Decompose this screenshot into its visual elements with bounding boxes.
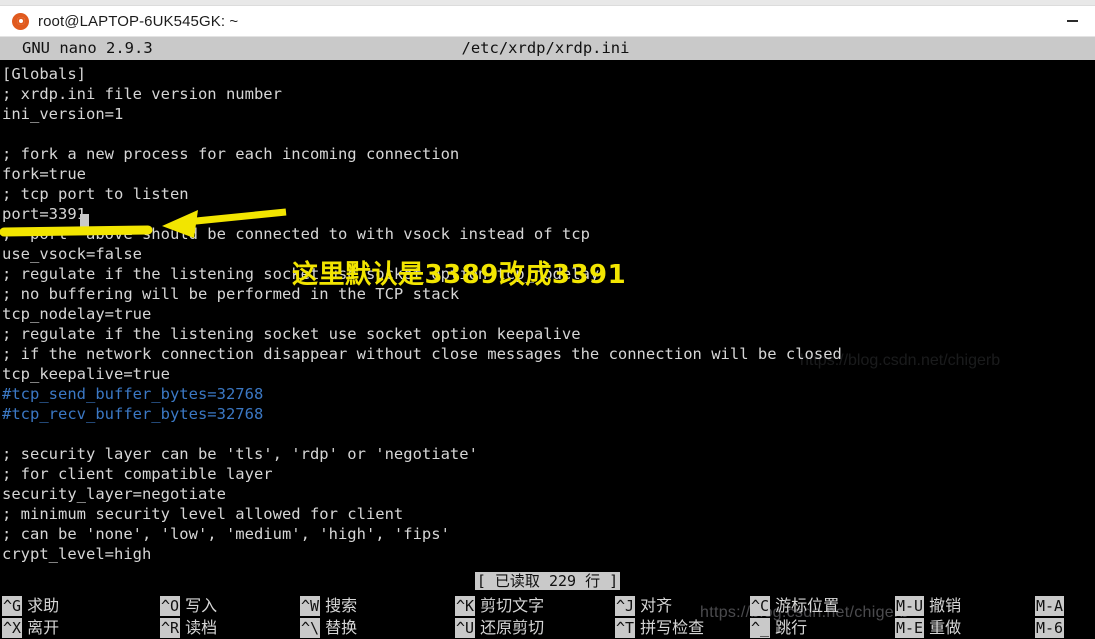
nano-header-bar: GNU nano 2.9.3 /etc/xrdp/xrdp.ini bbox=[0, 37, 1095, 60]
terminal-text-area[interactable]: [Globals] ; xrdp.ini file version number i… bbox=[0, 60, 1095, 595]
shortcut-key: ^\ bbox=[300, 618, 321, 638]
editor-line: ; xrdp.ini file version number bbox=[2, 85, 282, 103]
window-title: root@LAPTOP-6UK545GK: ~ bbox=[38, 12, 239, 30]
shortcut-key: ^K bbox=[455, 596, 476, 616]
nano-status-message-wrap: [ 已读取 229 行 ] bbox=[0, 571, 1095, 591]
shortcut-label: 读档 bbox=[185, 618, 218, 637]
shortcut-column: ^O 写入 ^R 读档 bbox=[160, 595, 217, 639]
editor-line: ; minimum security level allowed for cli… bbox=[2, 505, 404, 523]
shortcut-item[interactable]: M-A bbox=[1035, 595, 1069, 617]
editor-line: security_layer=negotiate bbox=[2, 485, 226, 503]
editor-line: ; no buffering will be performed in the … bbox=[2, 285, 460, 303]
shortcut-item[interactable]: ^J 对齐 bbox=[615, 595, 704, 617]
editor-line: tcp_keepalive=true bbox=[2, 365, 170, 383]
shortcut-column: ^G 求助 ^X 离开 bbox=[2, 595, 59, 639]
nano-filename-label: /etc/xrdp/xrdp.ini bbox=[461, 39, 630, 57]
shortcut-key: ^R bbox=[160, 618, 181, 638]
nano-status-message: [ 已读取 229 行 ] bbox=[474, 572, 621, 590]
shortcut-key: ^W bbox=[300, 596, 321, 616]
nano-shortcut-bar: https://blog.csdn.net/chigerb ^G 求助 ^X 离开 ^O… bbox=[0, 595, 1095, 639]
shortcut-label: 剪切文字 bbox=[480, 596, 545, 615]
shortcut-column: ^J 对齐 ^T 拼写检查 bbox=[615, 595, 704, 639]
shortcut-key: ^_ bbox=[750, 618, 771, 638]
titlebar-left-group: root@LAPTOP-6UK545GK: ~ bbox=[0, 12, 239, 30]
shortcut-key: ^X bbox=[2, 618, 23, 638]
window-controls bbox=[1049, 6, 1095, 36]
editor-line: ; if the network connection disappear wi… bbox=[2, 345, 842, 363]
shortcut-key: M-6 bbox=[1035, 618, 1065, 638]
editor-line: ; can be 'none', 'low', 'medium', 'high'… bbox=[2, 525, 450, 543]
shortcut-key: M-E bbox=[895, 618, 925, 638]
shortcut-label: 游标位置 bbox=[775, 596, 840, 615]
shortcut-label: 拼写检查 bbox=[640, 618, 705, 637]
shortcut-item[interactable]: ^G 求助 bbox=[2, 595, 59, 617]
shortcut-item[interactable]: M-E 重做 bbox=[895, 617, 961, 639]
shortcut-label: 对齐 bbox=[640, 596, 673, 615]
shortcut-label: 替换 bbox=[325, 618, 358, 637]
shortcut-column: ^K 剪切文字 ^U 还原剪切 bbox=[455, 595, 544, 639]
shortcut-label: 写入 bbox=[185, 596, 218, 615]
shortcut-label: 撤销 bbox=[929, 596, 962, 615]
shortcut-key: ^O bbox=[160, 596, 181, 616]
shortcut-item[interactable]: ^R 读档 bbox=[160, 617, 217, 639]
shortcut-item[interactable]: ^_ 跳行 bbox=[750, 617, 839, 639]
shortcut-item[interactable]: M-U 撤销 bbox=[895, 595, 961, 617]
editor-line: fork=true bbox=[2, 165, 86, 183]
shortcut-key: M-U bbox=[895, 596, 925, 616]
editor-line: ; security layer can be 'tls', 'rdp' or … bbox=[2, 445, 478, 463]
minimize-button[interactable] bbox=[1049, 6, 1095, 36]
editor-line: ; for client compatible layer bbox=[2, 465, 273, 483]
shortcut-label: 跳行 bbox=[775, 618, 808, 637]
shortcut-key: ^C bbox=[750, 596, 771, 616]
shortcut-column: ^C 游标位置 ^_ 跳行 bbox=[750, 595, 839, 639]
shortcut-item[interactable]: ^O 写入 bbox=[160, 595, 217, 617]
shortcut-label: 重做 bbox=[929, 618, 962, 637]
shortcut-column: ^W 搜索 ^\ 替换 bbox=[300, 595, 357, 639]
ubuntu-logo-icon bbox=[12, 12, 29, 30]
editor-line: #tcp_recv_buffer_bytes=32768 bbox=[2, 405, 264, 423]
shortcut-key: ^U bbox=[455, 618, 476, 638]
shortcut-key: ^J bbox=[615, 596, 636, 616]
editor-line: ; 'port' above should be connected to wi… bbox=[2, 225, 590, 243]
shortcut-item[interactable]: ^U 还原剪切 bbox=[455, 617, 544, 639]
shortcut-column: M-A M-6 bbox=[1035, 595, 1069, 639]
editor-line: ; tcp port to listen bbox=[2, 185, 189, 203]
shortcut-item[interactable]: ^K 剪切文字 bbox=[455, 595, 544, 617]
text-cursor bbox=[80, 214, 89, 231]
terminal-window: root@LAPTOP-6UK545GK: ~ GNU nano 2.9.3 /… bbox=[0, 0, 1095, 639]
editor-line: use_vsock=false bbox=[2, 245, 142, 263]
shortcut-column: M-U 撤销 M-E 重做 bbox=[895, 595, 961, 639]
editor-line: #tcp_send_buffer_bytes=32768 bbox=[2, 385, 264, 403]
shortcut-item[interactable]: ^W 搜索 bbox=[300, 595, 357, 617]
shortcut-key: ^T bbox=[615, 618, 636, 638]
editor-content: [Globals] ; xrdp.ini file version number i… bbox=[0, 64, 842, 564]
shortcut-label: 求助 bbox=[27, 596, 60, 615]
shortcut-key: M-A bbox=[1035, 596, 1065, 616]
shortcut-item[interactable]: ^\ 替换 bbox=[300, 617, 357, 639]
editor-line: tcp_nodelay=true bbox=[2, 305, 152, 323]
editor-line: ; regulate if the listening socket use s… bbox=[2, 325, 581, 343]
editor-line: ini_version=1 bbox=[2, 105, 124, 123]
editor-line: port=3391 bbox=[2, 205, 86, 223]
window-titlebar: root@LAPTOP-6UK545GK: ~ bbox=[0, 6, 1095, 37]
editor-line: [Globals] bbox=[2, 65, 86, 83]
shortcut-label: 离开 bbox=[27, 618, 60, 637]
shortcut-label: 搜索 bbox=[325, 596, 358, 615]
shortcut-item[interactable]: ^T 拼写检查 bbox=[615, 617, 704, 639]
shortcut-item[interactable]: ^C 游标位置 bbox=[750, 595, 839, 617]
editor-line: ; regulate if the listening socket use s… bbox=[2, 265, 600, 283]
shortcut-item[interactable]: ^X 离开 bbox=[2, 617, 59, 639]
shortcut-key: ^G bbox=[2, 596, 23, 616]
shortcut-label: 还原剪切 bbox=[480, 618, 545, 637]
shortcut-item[interactable]: M-6 bbox=[1035, 617, 1069, 639]
editor-line: crypt_level=high bbox=[2, 545, 152, 563]
minimize-icon bbox=[1066, 20, 1078, 22]
editor-line: ; fork a new process for each incoming c… bbox=[2, 145, 460, 163]
